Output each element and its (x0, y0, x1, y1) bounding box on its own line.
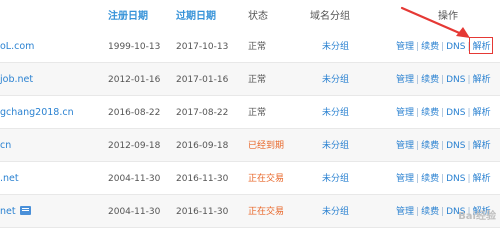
row-actions: 管理 | 续费 | DNS | 解析 (396, 108, 491, 118)
resolve-link[interactable]: 解析 (473, 141, 491, 151)
table-row: cn 2012-09-18 2016-09-18 已经到期 未分组 管理 | 续费 |… (0, 129, 500, 162)
group-link[interactable]: 未分组 (322, 74, 349, 86)
dns-link[interactable]: DNS (446, 141, 465, 151)
reg-date: 2012-01-16 (108, 75, 161, 85)
dns-link[interactable]: DNS (446, 75, 465, 85)
reg-date: 2004-11-30 (108, 207, 161, 217)
status-text: 已经到期 (248, 141, 285, 151)
exp-date: 2016-09-18 (176, 141, 229, 151)
resolve-link[interactable]: 解析 (473, 108, 491, 118)
header-status: 状态 (248, 11, 268, 22)
dns-link[interactable]: DNS (446, 174, 465, 184)
resolve-link[interactable]: 解析 (473, 75, 491, 85)
manage-link[interactable]: 管理 (396, 174, 414, 184)
header-group: 域名分组 (310, 11, 350, 22)
table-row: .net 2004-11-30 2016-11-30 正在交易 未分组 管理 | 续… (0, 162, 500, 195)
renew-link[interactable]: 续费 (421, 207, 439, 217)
group-link[interactable]: 未分组 (322, 140, 349, 152)
exp-date: 2017-01-16 (176, 75, 229, 85)
row-actions: 管理 | 续费 | DNS | 解析 (396, 174, 491, 184)
reg-date: 1999-10-13 (108, 42, 161, 52)
status-text: 正常 (248, 42, 267, 52)
manage-link[interactable]: 管理 (396, 75, 414, 85)
manage-link[interactable]: 管理 (396, 108, 414, 118)
dns-link[interactable]: DNS (446, 108, 465, 118)
status-text: 正常 (248, 75, 267, 85)
row-actions: 管理 | 续费 | DNS | 解析 (396, 141, 491, 151)
renew-link[interactable]: 续费 (421, 75, 439, 85)
exp-date: 2016-11-30 (176, 174, 229, 184)
renew-link[interactable]: 续费 (421, 108, 439, 118)
pointer-arrow-icon (400, 6, 470, 38)
domain-link[interactable]: net (0, 206, 16, 217)
domain-link[interactable]: oL.com (0, 41, 34, 53)
dns-link[interactable]: DNS (446, 42, 465, 52)
group-link[interactable]: 未分组 (322, 173, 349, 185)
table-row: job.net 2012-01-16 2017-01-16 正常 未分组 管理 |… (0, 63, 500, 96)
renew-link[interactable]: 续费 (421, 141, 439, 151)
domain-link[interactable]: .net (0, 173, 19, 185)
domain-link[interactable]: gchang2018.cn (0, 107, 74, 119)
exp-date: 2016-11-30 (176, 207, 229, 217)
reg-date: 2004-11-30 (108, 174, 161, 184)
table-row: gchang2018.cn 2016-08-22 2017-08-22 正常 未… (0, 96, 500, 129)
domain-link[interactable]: job.net (0, 74, 33, 86)
status-text: 正常 (248, 108, 267, 118)
manage-link[interactable]: 管理 (396, 207, 414, 217)
exp-date: 2017-10-13 (176, 42, 229, 52)
manage-link[interactable]: 管理 (396, 141, 414, 151)
header-exp-date[interactable]: 过期日期 (176, 10, 216, 24)
watermark: Bai经验 (458, 211, 496, 222)
reg-date: 2016-08-22 (108, 108, 161, 118)
exp-date: 2017-08-22 (176, 108, 229, 118)
status-text: 正在交易 (248, 207, 285, 217)
domain-link[interactable]: cn (0, 140, 11, 152)
resolve-link[interactable]: 解析 (473, 174, 491, 184)
row-actions: 管理 | 续费 | DNS | 解析 (396, 75, 491, 85)
domain-tag-icon (19, 206, 31, 215)
reg-date: 2012-09-18 (108, 141, 161, 151)
renew-link[interactable]: 续费 (421, 42, 439, 52)
group-link[interactable]: 未分组 (322, 41, 349, 53)
status-text: 正在交易 (248, 174, 285, 184)
manage-link[interactable]: 管理 (396, 42, 414, 52)
group-link[interactable]: 未分组 (322, 206, 349, 218)
domain-cell: net (0, 206, 31, 218)
table-row: net 2004-11-30 2016-11-30 正在交易 未分组 管理 | 续费… (0, 195, 500, 228)
group-link[interactable]: 未分组 (322, 107, 349, 119)
renew-link[interactable]: 续费 (421, 174, 439, 184)
header-reg-date[interactable]: 注册日期 (108, 10, 148, 24)
